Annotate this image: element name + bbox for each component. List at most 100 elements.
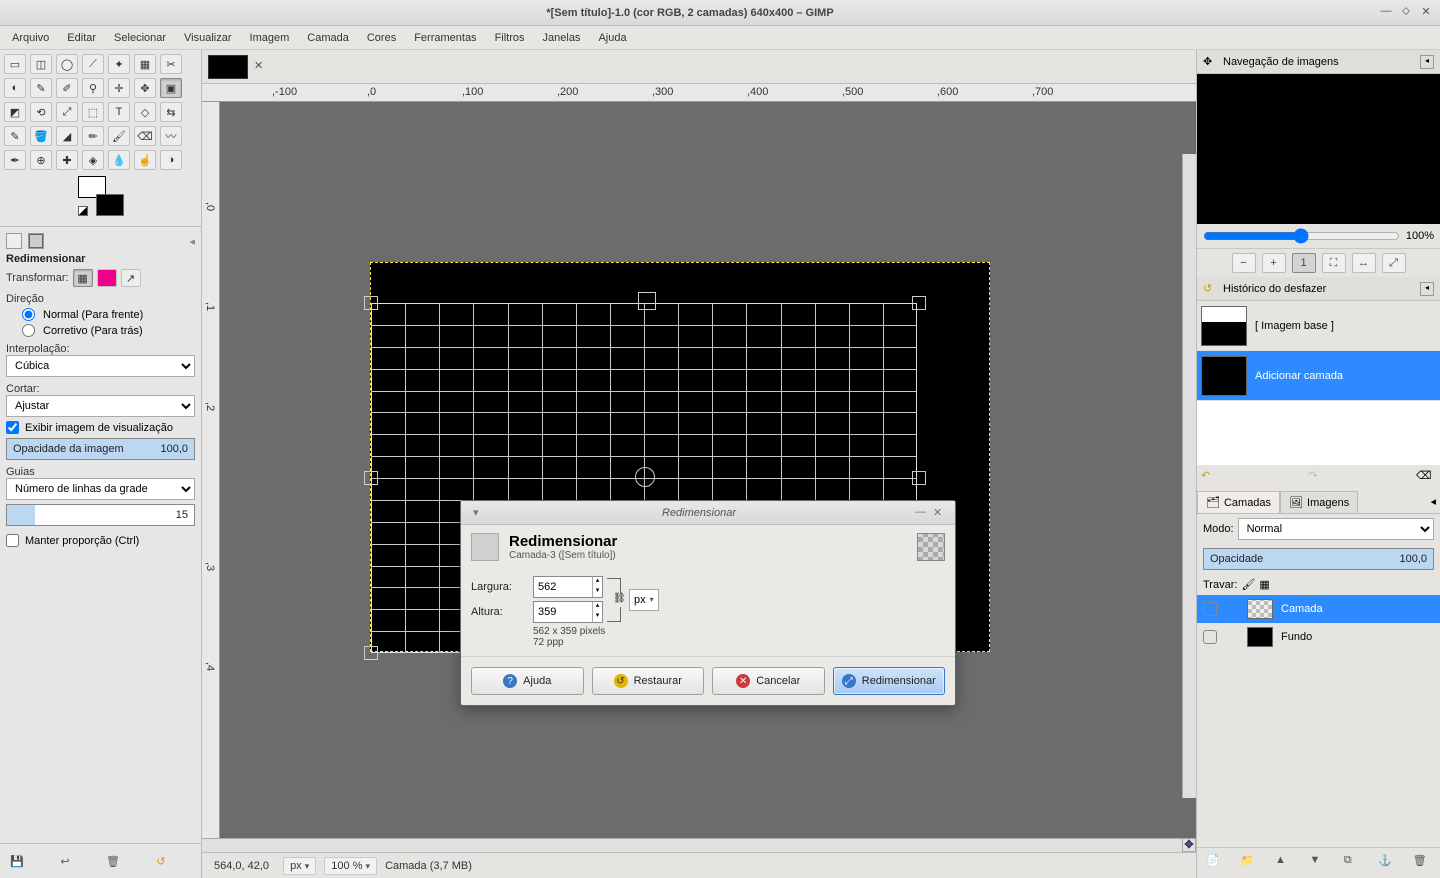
layer-link-icon[interactable] (1225, 630, 1239, 644)
tool-smudge[interactable]: ☝ (134, 150, 156, 170)
layer-visible-icon[interactable] (1203, 602, 1217, 616)
toolopt-tab1[interactable] (6, 233, 22, 249)
tool-fuzzy-select[interactable]: ✦ (108, 54, 130, 74)
menu-cores[interactable]: Cores (359, 29, 404, 47)
guides-select[interactable]: Número de linhas da grade (6, 478, 195, 500)
scrollbar-vertical[interactable] (1182, 154, 1196, 798)
opacity-slider[interactable]: Opacidade da imagem 100,0 (6, 438, 195, 460)
menu-camada[interactable]: Camada (299, 29, 357, 47)
tool-clone[interactable]: ⊕ (30, 150, 52, 170)
keepratio-row[interactable]: Manter proporção (Ctrl) (6, 534, 195, 547)
menu-visualizar[interactable]: Visualizar (176, 29, 240, 47)
lock-alpha-icon[interactable]: ▦ (1259, 578, 1269, 591)
layer-dup-icon[interactable]: ⧉ (1344, 854, 1362, 872)
tool-perspective[interactable]: ◇ (134, 102, 156, 122)
dir-corrective-radio[interactable] (22, 324, 35, 337)
handle-ne[interactable] (912, 296, 926, 310)
lock-pixels-icon[interactable]: 🖌 (1241, 578, 1255, 591)
layer-item-fundo[interactable]: Fundo (1197, 623, 1440, 651)
tool-scissors[interactable]: ✂ (160, 54, 182, 74)
status-unit[interactable]: px ▾ (283, 857, 316, 875)
layer-visible-icon[interactable] (1203, 630, 1217, 644)
chain-icon[interactable]: ⛓ (613, 593, 627, 607)
nav-shrink-icon[interactable]: ⤢ (1382, 253, 1406, 273)
dir-corrective-row[interactable]: Corretivo (Para trás) (22, 324, 195, 337)
tool-move[interactable]: ✥ (134, 78, 156, 98)
tool-measure[interactable]: ✛ (108, 78, 130, 98)
canvas-viewport[interactable] (220, 102, 1196, 838)
toolopt-tab2[interactable] (28, 233, 44, 249)
menu-selecionar[interactable]: Selecionar (106, 29, 174, 47)
height-down[interactable]: ▾ (592, 612, 602, 622)
menu-ajuda[interactable]: Ajuda (590, 29, 634, 47)
tool-perspective-clone[interactable]: ◈ (82, 150, 104, 170)
tool-airbrush[interactable]: 〰 (160, 126, 182, 146)
tool-paths[interactable]: ✎ (30, 78, 52, 98)
undo-back-icon[interactable]: ↶ (1201, 469, 1221, 487)
toolopt-save-icon[interactable]: 💾 (8, 852, 26, 870)
handle-n[interactable] (638, 292, 656, 310)
tool-rect-select[interactable]: ▭ (4, 54, 26, 74)
guides-count-slider[interactable]: 15 (6, 504, 195, 526)
layer-link-icon[interactable] (1225, 602, 1239, 616)
maximize-button[interactable]: ⬦ (1398, 5, 1414, 21)
width-up[interactable]: ▴ (592, 577, 602, 587)
layer-name[interactable]: Camada (1281, 603, 1323, 615)
dialog-sys-icon[interactable]: ▾ (473, 506, 487, 520)
default-colors-icon[interactable] (78, 206, 88, 216)
handle-nw[interactable] (364, 296, 378, 310)
width-input[interactable]: ▴▾ (533, 576, 603, 598)
undo-menu-icon[interactable]: ◂ (1420, 282, 1434, 296)
toolopt-restore-icon[interactable]: ↩ (56, 852, 74, 870)
tab-layers[interactable]: 🗂 Camadas (1197, 491, 1280, 513)
dialog-titlebar[interactable]: ▾ Redimensionar — ✕ (461, 501, 955, 525)
layer-new-icon[interactable]: 📄 (1206, 854, 1224, 872)
nav-fit-width-icon[interactable]: ↔ (1352, 253, 1376, 273)
tool-blend[interactable]: ◢ (56, 126, 78, 146)
dialog-min-icon[interactable]: — (915, 506, 929, 520)
preview-checkbox[interactable] (6, 421, 19, 434)
tool-brush[interactable]: 🖌 (108, 126, 130, 146)
tool-color-picker[interactable]: ✐ (56, 78, 78, 98)
layer-up-icon[interactable]: ▲ (1275, 854, 1293, 872)
tool-rotate[interactable]: ⟲ (30, 102, 52, 122)
tool-blur[interactable]: 💧 (108, 150, 130, 170)
layer-group-icon[interactable]: 📁 (1241, 854, 1259, 872)
height-input[interactable]: ▴▾ (533, 601, 603, 623)
layer-delete-icon[interactable]: 🗑 (1413, 854, 1431, 872)
interp-select[interactable]: Cúbica (6, 355, 195, 377)
status-zoom[interactable]: 100 % ▾ (324, 857, 377, 875)
layer-down-icon[interactable]: ▼ (1309, 854, 1327, 872)
nav-zoom-slider[interactable] (1203, 228, 1400, 244)
menu-arquivo[interactable]: Arquivo (4, 29, 57, 47)
tool-align[interactable]: ▣ (160, 78, 182, 98)
undo-clear-icon[interactable]: ⌫ (1416, 469, 1436, 487)
help-button[interactable]: ?Ajuda (471, 667, 584, 695)
tool-heal[interactable]: ✚ (56, 150, 78, 170)
scale-button[interactable]: ⤢Redimensionar (833, 667, 946, 695)
undo-fwd-icon[interactable]: ↷ (1309, 469, 1329, 487)
width-down[interactable]: ▾ (592, 587, 602, 597)
bg-color[interactable] (96, 194, 124, 216)
handle-sw[interactable] (364, 646, 378, 660)
nav-fit-icon[interactable]: ⛶ (1322, 253, 1346, 273)
tool-zoom[interactable]: ⚲ (82, 78, 104, 98)
crop-select[interactable]: Ajustar (6, 395, 195, 417)
cancel-button[interactable]: ✕Cancelar (712, 667, 825, 695)
tool-dodge[interactable]: ◑ (160, 150, 182, 170)
dir-normal-row[interactable]: Normal (Para frente) (22, 308, 195, 321)
menu-editar[interactable]: Editar (59, 29, 104, 47)
menu-ferramentas[interactable]: Ferramentas (406, 29, 484, 47)
tool-scale[interactable]: ⤢ (56, 102, 78, 122)
height-up[interactable]: ▴ (592, 602, 602, 612)
tool-color-select[interactable]: ▦ (134, 54, 156, 74)
minimize-button[interactable]: — (1378, 5, 1394, 21)
preview-chk-row[interactable]: Exibir imagem de visualização (6, 421, 195, 434)
tab-close-icon[interactable]: ✕ (254, 59, 270, 75)
handle-w[interactable] (364, 471, 378, 485)
nav-button-icon[interactable]: ✥ (1182, 838, 1196, 852)
color-swatches[interactable] (78, 176, 124, 216)
layer-opacity-slider[interactable]: Opacidade 100,0 (1203, 548, 1434, 570)
scrollbar-horizontal[interactable] (202, 838, 1196, 852)
menu-janelas[interactable]: Janelas (535, 29, 589, 47)
